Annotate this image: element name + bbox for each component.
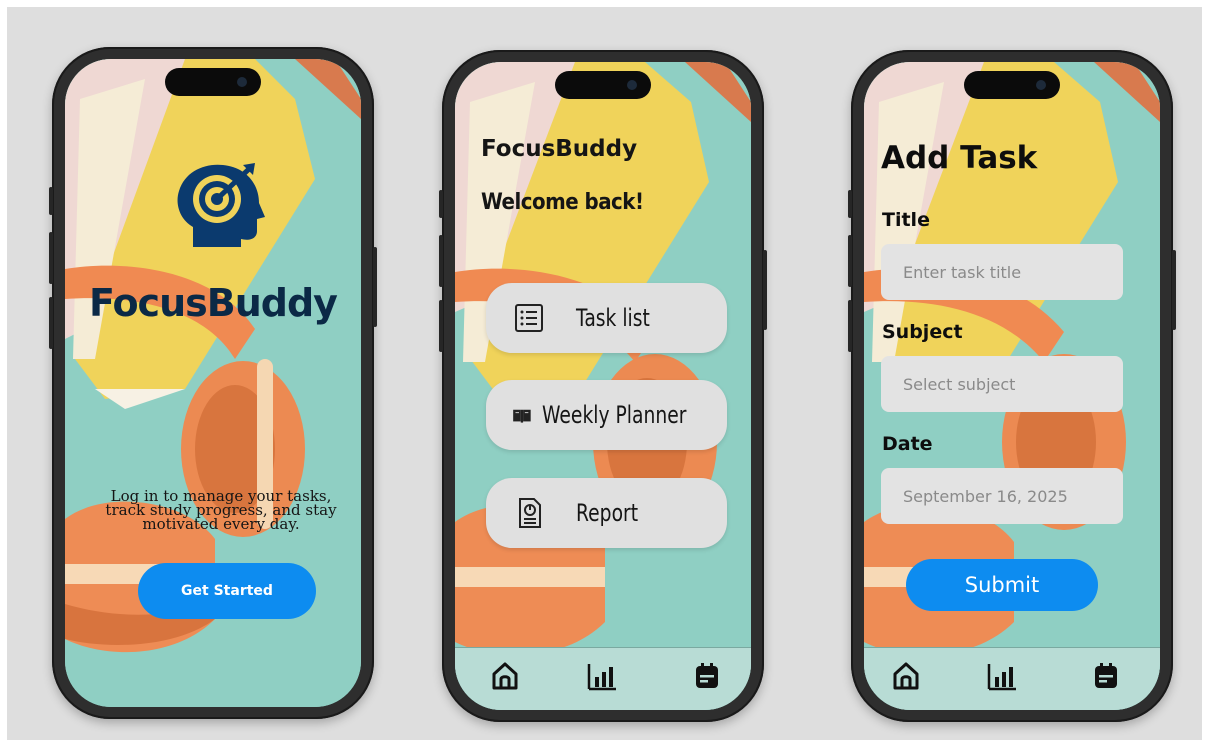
phone-add-task: Add Task Title Enter task title Subject … <box>848 50 1176 722</box>
get-started-button[interactable]: Get Started <box>138 563 316 619</box>
menu-item-label: Task list <box>576 304 650 332</box>
home-icon[interactable] <box>890 660 922 692</box>
book-icon <box>513 409 531 423</box>
calendar-icon[interactable] <box>1090 660 1122 692</box>
submit-button[interactable]: Submit <box>906 559 1098 611</box>
menu-item-label: Report <box>576 499 639 527</box>
screen-add-task: Add Task Title Enter task title Subject … <box>864 62 1160 710</box>
report-button[interactable]: Report <box>486 478 727 548</box>
weekly-planner-button[interactable]: Weekly Planner <box>486 380 727 450</box>
date-label: Date <box>882 433 933 455</box>
chart-icon[interactable] <box>586 660 618 692</box>
app-title: FocusBuddy <box>481 136 638 162</box>
bottom-nav <box>455 647 751 710</box>
app-title: FocusBuddy <box>89 281 338 325</box>
canvas: FocusBuddy Log in to manage your tasks, … <box>7 7 1202 740</box>
target-head-icon <box>177 163 265 247</box>
date-field[interactable]: September 16, 2025 <box>881 468 1123 524</box>
list-icon <box>515 304 543 332</box>
task-title-input[interactable]: Enter task title <box>881 244 1123 300</box>
subject-label: Subject <box>882 321 963 343</box>
bottom-nav <box>864 647 1160 710</box>
task-list-button[interactable]: Task list <box>486 283 727 353</box>
phone-home: FocusBuddy Welcome back! Task list Weekl… <box>439 50 767 722</box>
title-label: Title <box>882 209 930 231</box>
welcome-tagline: Log in to manage your tasks, track study… <box>105 487 337 533</box>
home-icon[interactable] <box>489 660 521 692</box>
screen-welcome: FocusBuddy Log in to manage your tasks, … <box>65 59 361 707</box>
subject-select[interactable]: Select subject <box>881 356 1123 412</box>
menu-item-label: Weekly Planner <box>541 401 687 429</box>
report-icon <box>519 498 541 528</box>
screen-home: FocusBuddy Welcome back! Task list Weekl… <box>455 62 751 710</box>
phone-welcome: FocusBuddy Log in to manage your tasks, … <box>49 47 377 719</box>
calendar-icon[interactable] <box>691 660 723 692</box>
welcome-heading: Welcome back! <box>481 190 644 215</box>
page-title: Add Task <box>881 140 1038 176</box>
chart-icon[interactable] <box>986 660 1018 692</box>
